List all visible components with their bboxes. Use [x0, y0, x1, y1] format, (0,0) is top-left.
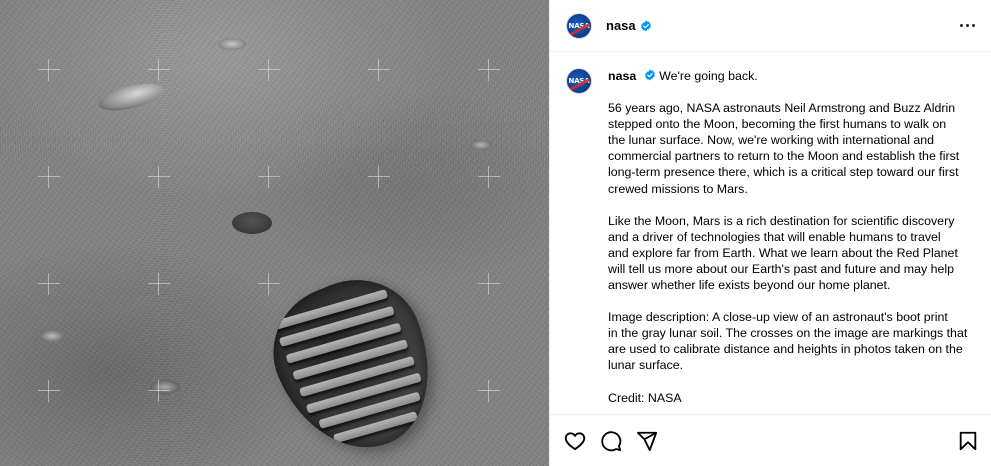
- reseau-cross: [148, 59, 170, 81]
- caption-paragraph: 56 years ago, NASA astronauts Neil Armst…: [608, 101, 960, 196]
- reseau-cross: [148, 273, 170, 295]
- reseau-cross: [478, 166, 500, 188]
- reseau-cross: [38, 273, 60, 295]
- caption-body: nasa We're going back. 56 years ago, NAS…: [608, 66, 975, 406]
- action-bar: [550, 414, 991, 466]
- rock: [40, 330, 64, 342]
- rock: [470, 140, 492, 150]
- heart-icon[interactable]: [564, 430, 586, 452]
- caption-paragraph: Like the Moon, Mars is a rich destinatio…: [608, 213, 958, 293]
- reseau-cross: [478, 380, 500, 402]
- bookmark-icon[interactable]: [957, 430, 979, 452]
- avatar-logo: NASA: [568, 77, 590, 85]
- caption-paragraph: Image description: A close-up view of an…: [608, 310, 968, 373]
- reseau-cross: [38, 166, 60, 188]
- verified-badge-icon: [640, 20, 651, 31]
- reseau-cross: [148, 380, 170, 402]
- caption-first-line: We're going back.: [659, 69, 758, 83]
- reseau-cross: [368, 166, 390, 188]
- comment-icon[interactable]: [600, 430, 622, 452]
- post-image-boot-print[interactable]: [0, 0, 549, 466]
- share-icon[interactable]: [636, 430, 658, 452]
- reseau-cross: [258, 166, 280, 188]
- more-options-icon[interactable]: [960, 18, 975, 33]
- caption: NASA nasa We're going back. 56 years ago…: [566, 66, 975, 406]
- reseau-cross: [478, 273, 500, 295]
- avatar[interactable]: NASA: [566, 12, 592, 39]
- reseau-cross: [38, 380, 60, 402]
- comments-section: NASA nasa We're going back. 56 years ago…: [550, 52, 991, 414]
- caption-avatar[interactable]: NASA: [566, 68, 592, 94]
- reseau-cross: [258, 273, 280, 295]
- reseau-cross: [478, 59, 500, 81]
- reseau-cross: [38, 59, 60, 81]
- caption-credit: Credit: NASA: [608, 390, 682, 405]
- caption-username[interactable]: nasa: [608, 69, 636, 83]
- header-username[interactable]: nasa: [606, 18, 636, 33]
- rock: [218, 38, 246, 50]
- post-details-panel: NASA nasa NASA nasa We're going back. 56…: [549, 0, 991, 466]
- reseau-cross: [148, 166, 170, 188]
- instagram-post: NASA nasa NASA nasa We're going back. 56…: [0, 0, 991, 466]
- reseau-cross: [368, 59, 390, 81]
- post-header: NASA nasa: [550, 0, 991, 52]
- reseau-cross: [258, 59, 280, 81]
- rock: [232, 212, 272, 234]
- verified-badge-icon: [644, 69, 655, 81]
- avatar-logo: NASA: [568, 21, 590, 30]
